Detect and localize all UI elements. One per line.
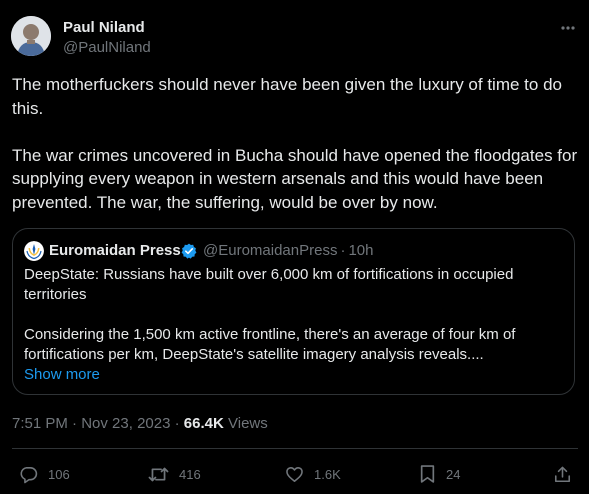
tweet-time[interactable]: 7:51 PM bbox=[12, 415, 68, 432]
tweet-paragraph: The motherfuckers should never have been… bbox=[12, 75, 562, 118]
tweet-meta: 7:51 PM · Nov 23, 2023 · 66.4K Views bbox=[12, 415, 268, 432]
like-icon bbox=[285, 465, 304, 484]
separator-dot: · bbox=[174, 415, 180, 432]
separator-dot: · bbox=[72, 415, 78, 432]
verified-badge-icon bbox=[181, 243, 197, 259]
more-icon[interactable] bbox=[558, 20, 578, 36]
author-avatar[interactable] bbox=[11, 16, 51, 56]
reply-icon bbox=[19, 465, 38, 484]
like-button[interactable]: 1.6K bbox=[285, 460, 341, 488]
reply-count: 106 bbox=[48, 466, 70, 482]
repost-icon bbox=[148, 465, 169, 484]
repost-button[interactable]: 416 bbox=[148, 460, 201, 488]
quoted-timestamp[interactable]: 10h bbox=[348, 242, 373, 259]
quoted-author-handle[interactable]: @EuromaidanPress bbox=[203, 242, 337, 259]
quoted-text: DeepState: Russians have built over 6,00… bbox=[24, 265, 564, 365]
tweet-paragraph: The war crimes uncovered in Bucha should… bbox=[12, 145, 578, 212]
share-button[interactable] bbox=[553, 460, 572, 488]
quoted-author-avatar[interactable] bbox=[24, 241, 44, 261]
separator-dot: · bbox=[340, 242, 346, 259]
bookmark-count: 24 bbox=[446, 466, 461, 482]
share-icon bbox=[553, 465, 572, 484]
tweet-date[interactable]: Nov 23, 2023 bbox=[81, 415, 170, 432]
views-count[interactable]: 66.4K bbox=[184, 415, 224, 432]
author-name[interactable]: Paul Niland bbox=[63, 19, 145, 36]
quoted-paragraph: Considering the 1,500 km active frontlin… bbox=[24, 326, 516, 363]
divider bbox=[12, 448, 578, 449]
like-count: 1.6K bbox=[314, 466, 341, 482]
reply-button[interactable]: 106 bbox=[19, 460, 70, 488]
quoted-paragraph: DeepState: Russians have built over 6,00… bbox=[24, 266, 514, 303]
quoted-author-meta: @EuromaidanPress · 10h bbox=[203, 242, 373, 259]
views-label: Views bbox=[228, 415, 268, 432]
bookmark-icon bbox=[419, 464, 436, 484]
action-bar: 106 416 1.6K 24 bbox=[0, 460, 589, 488]
author-handle[interactable]: @PaulNiland bbox=[63, 39, 151, 56]
quoted-tweet[interactable]: Euromaidan Press @EuromaidanPress · 10h De… bbox=[12, 228, 575, 395]
quoted-author-name[interactable]: Euromaidan Press bbox=[49, 242, 181, 259]
bookmark-button[interactable]: 24 bbox=[419, 460, 460, 488]
repost-count: 416 bbox=[179, 466, 201, 482]
show-more-link[interactable]: Show more bbox=[24, 366, 100, 383]
tweet-text: The motherfuckers should never have been… bbox=[12, 73, 582, 214]
